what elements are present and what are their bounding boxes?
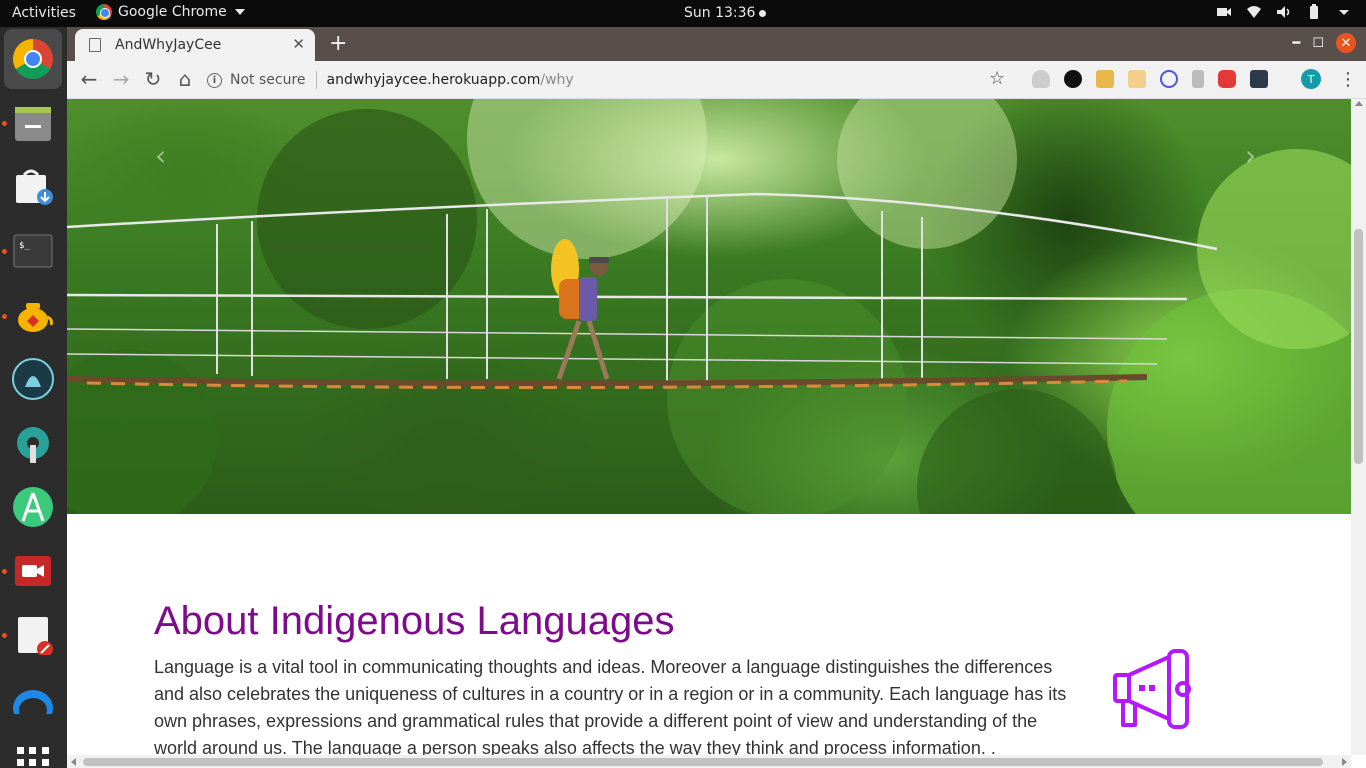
clock-label: Sun 13:36 (684, 5, 756, 21)
page-icon (89, 38, 101, 52)
reload-icon[interactable]: ↻ (141, 67, 165, 91)
horizontal-scrollbar[interactable] (67, 755, 1351, 768)
dock-teapot[interactable] (9, 291, 57, 339)
terminal-icon: $_ (13, 234, 53, 268)
wrench-gear-icon (17, 427, 49, 463)
app-menu-label: Google Chrome (118, 4, 227, 20)
bar-extension-icon[interactable] (1192, 70, 1204, 88)
shield-extension-icon[interactable] (1032, 70, 1050, 88)
power-menu-caret-icon (1336, 4, 1352, 20)
scroll-left-icon[interactable] (71, 758, 76, 766)
browser-tab-strip: AndWhyJayCee ✕ + ━ ☐ ✕ (67, 27, 1366, 61)
dock-software[interactable] (9, 163, 57, 211)
kraken-icon (12, 358, 54, 400)
mail-extension-icon[interactable] (1096, 70, 1114, 88)
dock-terminal[interactable]: $_ (9, 227, 57, 275)
activities-button[interactable]: Activities (12, 5, 76, 21)
scroll-right-icon[interactable] (1342, 758, 1347, 766)
video-camera-icon (15, 556, 51, 586)
vertical-scroll-thumb[interactable] (1354, 229, 1363, 464)
chrome-icon (13, 39, 53, 79)
camera-indicator-icon (1216, 4, 1232, 20)
pin-extension-icon[interactable] (1064, 70, 1082, 88)
volume-icon (1276, 4, 1292, 20)
dock-chrome[interactable] (4, 29, 62, 89)
face-extension-icon[interactable] (1128, 70, 1146, 88)
address-bar[interactable]: i Not secure andwhyjaycee.herokuapp.com /… (207, 66, 1007, 94)
extensions-bar (1032, 70, 1268, 88)
carousel-next-icon[interactable]: › (1245, 139, 1256, 172)
battery-icon (1306, 4, 1322, 20)
bookmark-star-icon[interactable]: ☆ (989, 68, 1005, 89)
window-controls: ━ ☐ ✕ (1293, 33, 1356, 53)
dock-files[interactable] (9, 99, 57, 147)
info-icon[interactable]: i (207, 72, 222, 88)
wifi-icon (1246, 4, 1262, 20)
section-body: Language is a vital tool in communicatin… (154, 657, 1067, 755)
dock-android-studio[interactable] (9, 483, 57, 531)
download-bag-icon (16, 169, 53, 205)
blue-swoosh-icon (13, 690, 53, 714)
android-studio-icon (13, 487, 53, 527)
section-title: About Indigenous Languages (154, 599, 675, 643)
document-edit-icon (18, 617, 53, 655)
divider (315, 71, 317, 89)
show-applications-button[interactable] (17, 747, 49, 768)
clock[interactable]: Sun 13:36 (684, 5, 767, 21)
dock-app[interactable] (9, 675, 57, 723)
swirl-extension-icon[interactable] (1160, 70, 1178, 88)
dock-settings[interactable] (9, 419, 57, 467)
carousel-prev-icon[interactable]: ‹ (155, 139, 166, 172)
teapot-icon (18, 303, 53, 332)
tab-andwhyjaycee[interactable]: AndWhyJayCee ✕ (75, 29, 315, 61)
profile-avatar[interactable]: T (1301, 69, 1321, 89)
dock-gitkraken[interactable] (9, 355, 57, 403)
dock-editor[interactable] (9, 611, 57, 659)
page-viewport: ‹ › About Indigenous Languages Language … (67, 99, 1351, 755)
security-label: Not secure (230, 72, 306, 88)
app-menu[interactable]: Google Chrome (96, 4, 245, 20)
vertical-scrollbar[interactable] (1351, 99, 1366, 755)
youtube-extension-icon[interactable] (1218, 70, 1236, 88)
running-indicator (2, 249, 7, 254)
running-indicator (2, 633, 7, 638)
forward-icon[interactable]: → (109, 67, 133, 91)
running-indicator (2, 569, 7, 574)
maximize-icon[interactable]: ☐ (1312, 36, 1324, 51)
chrome-icon (96, 4, 112, 20)
dark-extension-icon[interactable] (1250, 70, 1268, 88)
horizontal-scroll-thumb[interactable] (83, 758, 1323, 766)
running-indicator (2, 314, 7, 319)
chevron-down-icon (234, 9, 245, 15)
system-top-bar: Activities Google Chrome Sun 13:36 (0, 0, 1366, 27)
more-menu-icon[interactable]: ⋮ (1339, 69, 1357, 90)
system-tray[interactable] (1216, 4, 1352, 20)
url-path: /why (540, 72, 574, 88)
url-host: andwhyjaycee.herokuapp.com (326, 72, 541, 88)
files-icon (15, 107, 51, 141)
dock: $_ (0, 27, 67, 768)
browser-toolbar: ← → ↻ ⌂ i Not secure andwhyjaycee.heroku… (67, 61, 1366, 99)
back-icon[interactable]: ← (77, 67, 101, 91)
running-indicator (2, 121, 7, 126)
minimize-icon[interactable]: ━ (1293, 36, 1301, 51)
dock-recorder[interactable] (9, 547, 57, 595)
rope-bridge-jungle-photo (67, 99, 1351, 514)
new-tab-button[interactable]: + (329, 31, 347, 56)
home-icon[interactable]: ⌂ (173, 67, 197, 91)
hero-carousel: ‹ › (67, 99, 1351, 514)
close-window-icon[interactable]: ✕ (1336, 33, 1356, 53)
tab-title: AndWhyJayCee (115, 37, 222, 53)
svg-text:$_: $_ (19, 241, 30, 251)
close-tab-icon[interactable]: ✕ (292, 35, 305, 53)
scroll-up-icon[interactable] (1355, 101, 1363, 106)
notification-dot-icon (759, 9, 767, 17)
megaphone-icon (1113, 649, 1191, 729)
